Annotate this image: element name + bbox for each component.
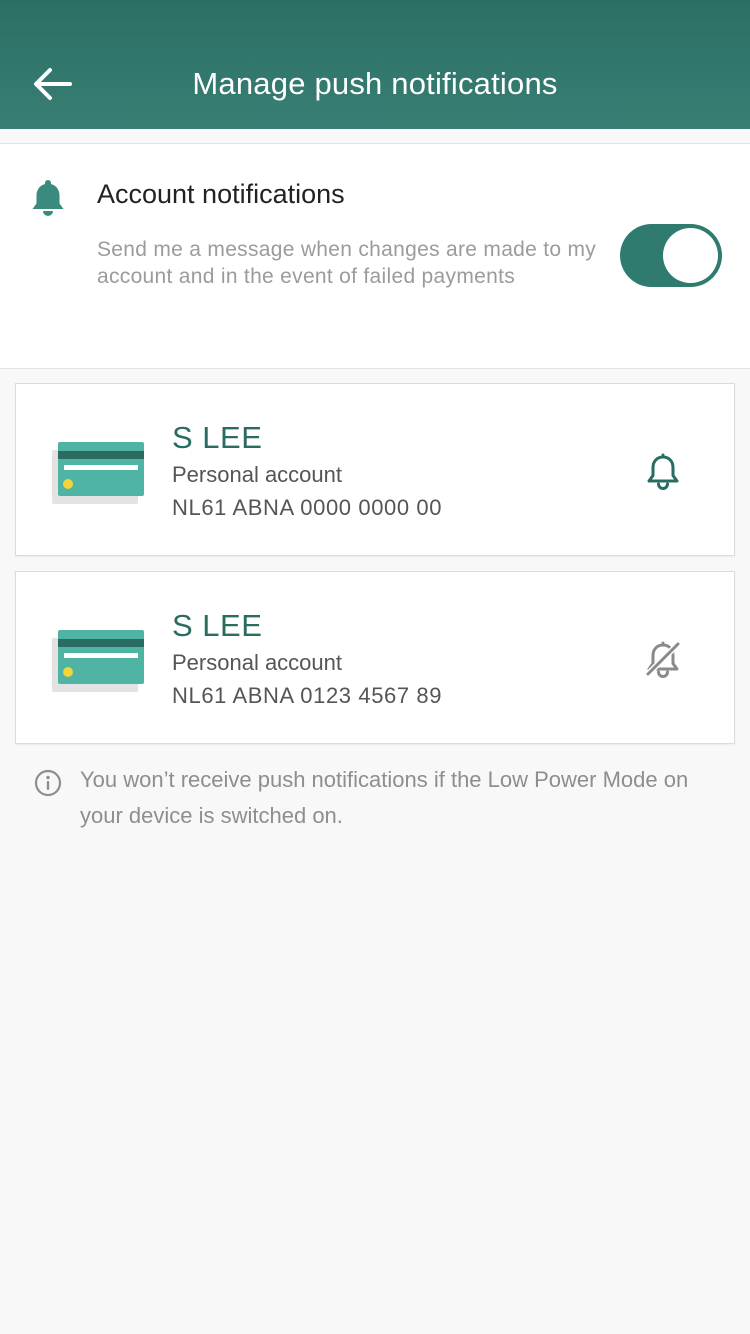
toggle-knob [663,228,718,283]
account-holder-name: S LEE [172,608,263,643]
info-icon [34,769,62,797]
bell-off-icon [644,640,682,678]
bank-card-icon [52,442,144,504]
account-card[interactable]: S LEE Personal account NL61 ABNA 0000 00… [15,383,735,556]
info-text: You won’t receive push notifications if … [80,767,689,828]
account-type: Personal account [172,462,342,487]
account-notification-button[interactable] [638,634,688,684]
account-notifications-toggle[interactable] [620,224,722,287]
account-notifications-description: Send me a message when changes are made … [97,238,597,288]
account-iban: NL61 ABNA 0123 4567 89 [172,683,443,708]
account-iban: NL61 ABNA 0000 0000 00 [172,495,443,520]
account-card[interactable]: S LEE Personal account NL61 ABNA 0123 45… [15,571,735,744]
account-notifications-title: Account notifications [97,179,345,209]
account-notification-button[interactable] [638,446,688,496]
account-type: Personal account [172,650,342,675]
page-title: Manage push notifications [192,66,558,101]
bell-icon [647,453,679,490]
bank-card-icon [52,630,144,692]
bell-icon [32,180,64,216]
account-holder-name: S LEE [172,420,263,455]
app-header: Manage push notifications [0,0,750,129]
